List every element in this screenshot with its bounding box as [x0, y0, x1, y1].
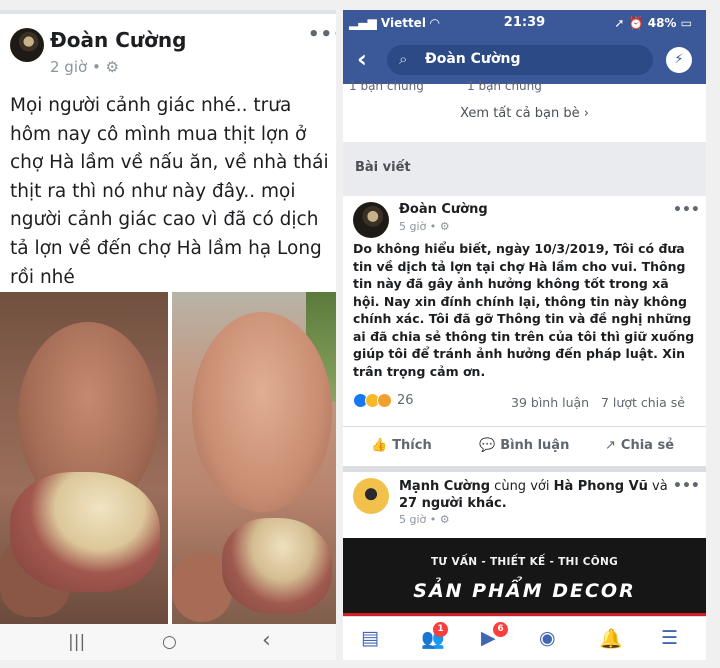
posts-section-title: Bài viết — [355, 160, 411, 175]
post-separator — [343, 466, 706, 472]
and-text: và — [647, 479, 668, 494]
watch-video-icon[interactable]: ▶ 6 — [481, 622, 508, 649]
search-box[interactable]: ⌕ — [387, 45, 653, 75]
notification-badge: 1 — [433, 622, 448, 637]
alarm-icon: ⏰ — [628, 16, 644, 30]
comment-icon: 💬 — [479, 438, 496, 453]
menu-icon[interactable]: ☰ — [661, 627, 678, 649]
share-button[interactable]: ↗ Chia sẻ — [605, 438, 674, 453]
like-button[interactable]: 👍 Thích — [371, 438, 432, 453]
hand-palm — [192, 312, 332, 512]
battery-status: ➚ ⏰ 48% ▭ — [614, 16, 692, 30]
chevron-left-icon[interactable]: ‹ — [357, 45, 367, 73]
search-input[interactable] — [425, 51, 645, 67]
thumbs-up-icon: 👍 — [371, 438, 388, 453]
post-photo-1[interactable] — [0, 292, 168, 624]
others-link[interactable]: 27 người khác. — [399, 496, 507, 511]
battery-percent: 48% — [647, 16, 677, 30]
back-icon[interactable]: ‹ — [262, 628, 271, 653]
post-text: Do không hiểu biết, ngày 10/3/2019, Tôi … — [353, 241, 695, 379]
notifications-bell-icon[interactable]: 🔔 — [599, 627, 623, 650]
post-time: 5 giờ • ⚙ — [399, 513, 450, 526]
comment-count[interactable]: 39 bình luận — [511, 395, 589, 410]
battery-icon: ▭ — [680, 16, 692, 30]
mutual-friends-1: 1 bạn chung — [349, 79, 424, 93]
notification-badge: 6 — [493, 622, 508, 637]
search-icon: ⌕ — [399, 50, 408, 68]
groups-icon[interactable]: ◉ — [539, 627, 556, 649]
post-actions: 👍 Thích 💬 Bình luận ↗ Chia sẻ — [343, 426, 706, 466]
reaction-count: 26 — [397, 393, 414, 408]
share-count[interactable]: 7 lượt chia sẻ — [601, 395, 685, 410]
post-author[interactable]: Đoàn Cường — [50, 28, 186, 52]
share-icon: ↗ — [605, 438, 616, 453]
post-author[interactable]: Đoàn Cường — [399, 202, 488, 217]
messenger-icon[interactable]: ⚡ — [666, 47, 692, 73]
more-options-icon[interactable]: ••• — [308, 24, 336, 45]
comment-button[interactable]: 💬 Bình luận — [479, 438, 569, 453]
avatar[interactable] — [10, 28, 44, 62]
post-author[interactable]: Mạnh Cường — [399, 479, 490, 494]
meat-piece — [222, 518, 332, 614]
wow-reaction-icon — [377, 393, 392, 408]
with-text: cùng với — [490, 479, 554, 494]
location-icon: ➚ — [614, 16, 625, 30]
android-navigation-bar: ||| ○ ‹ — [0, 624, 336, 660]
top-divider — [0, 10, 336, 14]
avatar[interactable] — [353, 202, 389, 238]
screenshot-composite: Đoàn Cường 2 giờ • ⚙ ••• Mọi người cảnh … — [0, 0, 720, 668]
search-header: ‹ ⌕ ⚡ — [343, 36, 706, 84]
news-feed-icon[interactable]: ▤ — [361, 627, 379, 649]
share-label: Chia sẻ — [620, 438, 675, 453]
reaction-icons — [353, 393, 392, 408]
comment-label: Bình luận — [500, 438, 570, 453]
ad-tagline: TƯ VẤN - THIẾT KẾ - THI CÔNG — [430, 556, 619, 568]
tab-bar: ▤ 👥 1 ▶ 6 ◉ 🔔 ☰ — [343, 616, 706, 660]
ad-banner[interactable]: TƯ VẤN - THIẾT KẾ - THI CÔNG SẢN PHẨM DE… — [343, 538, 706, 616]
original-post-panel: Đoàn Cường 2 giờ • ⚙ ••• Mọi người cảnh … — [0, 10, 336, 660]
post-text: Mọi người cảnh giác nhé.. trưa hôm nay c… — [10, 95, 329, 288]
reaction-summary[interactable]: 26 — [353, 393, 414, 408]
see-all-friends-link[interactable]: Xem tất cả bạn bè › — [343, 106, 706, 121]
post-header: Mạnh Cường cùng với Hà Phong Vũ và 27 ng… — [399, 478, 669, 512]
profile-panel: ▂▄▆ Viettel ◠ 21:39 ➚ ⏰ 48% ▭ ‹ ⌕ ⚡ 1 bạ… — [343, 10, 706, 660]
home-icon[interactable]: ○ — [162, 632, 177, 652]
post-time: 5 giờ • ⚙ — [399, 220, 450, 233]
like-label: Thích — [392, 438, 432, 453]
avatar[interactable] — [353, 478, 389, 514]
post-photo-2[interactable] — [172, 292, 336, 624]
more-options-icon[interactable]: ••• — [673, 478, 700, 494]
tagged-user[interactable]: Hà Phong Vũ — [554, 479, 648, 494]
post-time: 2 giờ • ⚙ — [50, 58, 120, 76]
mutual-friends-2: 1 bạn chung — [467, 79, 542, 93]
ad-headline: SẢN PHẨM DECOR — [413, 580, 636, 602]
more-options-icon[interactable]: ••• — [673, 202, 700, 218]
friend-requests-icon[interactable]: 👥 1 — [421, 622, 448, 650]
meat-piece — [10, 472, 160, 592]
recent-apps-icon[interactable]: ||| — [68, 632, 85, 652]
status-bar: ▂▄▆ Viettel ◠ 21:39 ➚ ⏰ 48% ▭ — [343, 10, 706, 36]
